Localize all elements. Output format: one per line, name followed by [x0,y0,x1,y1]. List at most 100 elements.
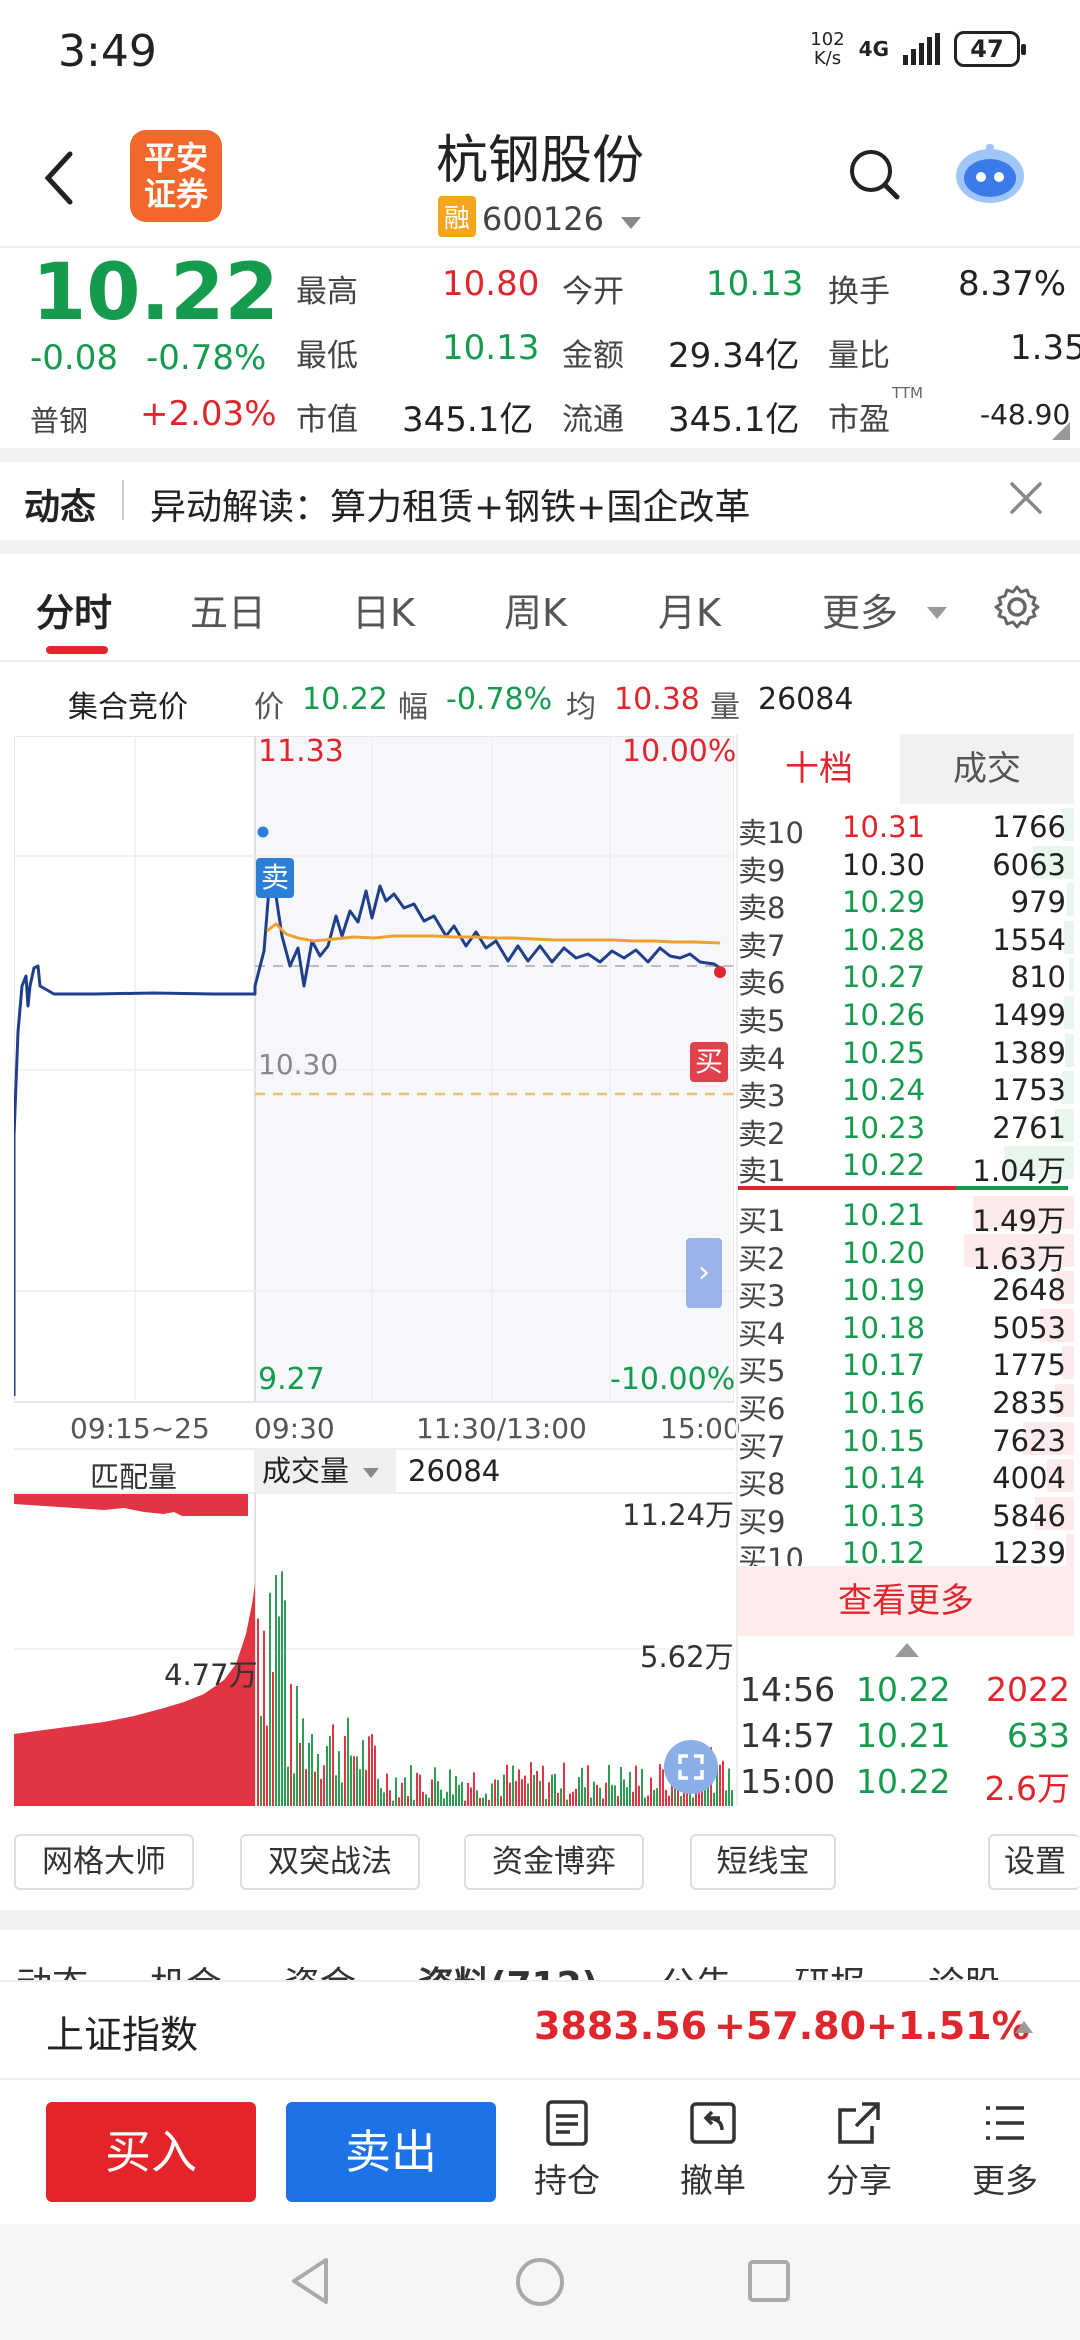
info-vol: 26084 [758,682,854,717]
info-tab[interactable]: 研报 [794,1956,866,1982]
volume-bar [365,1769,367,1806]
buy-button[interactable]: 买入 [46,2102,256,2202]
bid-level-row[interactable]: 买1 10.21 1.49万 [738,1194,1074,1238]
close-icon[interactable] [1006,478,1046,518]
volume-bar [377,1778,379,1806]
tab-trade-detail[interactable]: 成交 [900,734,1074,804]
volume-bar [554,1773,556,1806]
bid-level-row[interactable]: 买3 10.19 2648 [738,1269,1074,1313]
cancel-order-button[interactable]: 撤单 [658,2098,768,2202]
settings-button[interactable]: 设置 [988,1834,1080,1890]
nav-back-icon[interactable] [288,2256,332,2306]
info-tab[interactable]: 公告 [660,1956,732,1982]
volume-top-label: 11.24万 [622,1498,735,1532]
bid-level-row[interactable]: 买4 10.18 5053 [738,1307,1074,1351]
volume-bar [281,1571,283,1806]
ask-level-row[interactable]: 卖5 10.26 1499 [738,994,1074,1038]
volume-bar [326,1745,328,1806]
vol-ratio-label: 量比 [828,338,890,374]
volume-bar [731,1790,733,1806]
more-button[interactable]: 更多 [950,2098,1060,2202]
trade-price: 10.22 [856,1762,951,1801]
view-more-button[interactable]: 查看更多 [738,1566,1074,1636]
bid-level-row[interactable]: 买6 10.16 2835 [738,1382,1074,1426]
info-tab[interactable]: 资金 [284,1956,356,1982]
robot-assistant-icon[interactable] [950,140,1030,206]
short-term-button[interactable]: 短线宝 [690,1834,836,1890]
info-tab[interactable]: 动态 [16,1956,88,1982]
ask-level-row[interactable]: 卖9 10.30 6063 [738,844,1074,888]
caret-up-icon[interactable] [894,1642,920,1658]
corner-triangle-icon [1052,422,1070,440]
info-tab[interactable]: 诊股 [928,1956,1000,1982]
ask-level-row[interactable]: 卖1 10.22 1.04万 [738,1144,1074,1188]
index-name: 上证指数 [46,2013,199,2057]
time-label-auction: 09:15~25 [70,1412,210,1445]
tab-order-levels[interactable]: 十档 [738,734,900,804]
sector-name[interactable]: 普钢 [30,398,88,440]
stock-code-row[interactable]: 融 600126 [0,196,1080,238]
ask-level-row[interactable]: 卖4 10.25 1389 [738,1032,1074,1076]
vol-ratio-value: 1.35 [1010,328,1080,368]
bid-level-price: 10.21 [842,1198,926,1232]
tab-intraday[interactable]: 分时 [36,582,112,637]
buy-marker[interactable]: 买 [690,1042,728,1082]
volume-bar [650,1777,652,1806]
nav-home-icon[interactable] [514,2256,566,2308]
ask-level-row[interactable]: 卖3 10.24 1753 [738,1069,1074,1113]
pe-ttm-sup: TTM [892,384,924,402]
sell-marker[interactable]: 卖 [256,858,294,898]
ask-level-volume: 1499 [992,998,1066,1032]
capital-game-button[interactable]: 资金博弈 [464,1834,644,1890]
info-price-label: 价 [254,690,284,725]
search-icon[interactable] [846,146,902,202]
bid-level-row[interactable]: 买10 10.12 1239 [738,1532,1074,1576]
lower-limit-price: 9.27 [258,1362,325,1397]
volume-selector[interactable]: 成交量 [254,1450,396,1492]
bid-level-row[interactable]: 买7 10.15 7623 [738,1420,1074,1464]
volume-bar [587,1765,589,1806]
caret-down-icon [621,217,642,229]
tab-weekly-k[interactable]: 周K [504,582,567,637]
grid-master-button[interactable]: 网格大师 [14,1834,194,1890]
info-avg-label: 均 [566,690,596,725]
low-value: 10.13 [442,328,540,368]
caret-up-icon [1015,2021,1033,2033]
nav-recents-icon[interactable] [746,2258,792,2304]
tab-monthly-k[interactable]: 月K [658,582,721,637]
ask-level-row[interactable]: 卖7 10.28 1554 [738,919,1074,963]
volume-bar [332,1724,334,1806]
bid-level-row[interactable]: 买2 10.20 1.63万 [738,1232,1074,1276]
volume-bar [434,1767,436,1806]
sector-change: +2.03% [140,394,277,434]
position-button[interactable]: 持仓 [512,2098,622,2202]
share-button[interactable]: 分享 [804,2098,914,2202]
info-tab[interactable]: 机会 [150,1956,222,1982]
ask-level-row[interactable]: 卖8 10.29 979 [738,881,1074,925]
tab-more[interactable]: 更多 [822,582,948,637]
double-breakout-button[interactable]: 双突战法 [240,1834,420,1890]
sell-button[interactable]: 卖出 [286,2102,496,2202]
volume-bar [266,1725,268,1806]
tab-more-label: 更多 [822,591,899,635]
volume-bar [524,1775,526,1806]
info-vol-label: 量 [710,690,740,725]
volume-bar [656,1788,658,1806]
fullscreen-icon[interactable] [664,1740,718,1794]
ask-volume-bar [1064,1033,1074,1067]
info-tab[interactable]: 资料(712) [418,1956,598,1982]
intraday-price-chart[interactable] [14,736,734,1406]
ask-level-row[interactable]: 卖6 10.27 810 [738,956,1074,1000]
gear-icon[interactable] [994,584,1040,634]
volume-bar [431,1779,433,1806]
bid-level-row[interactable]: 买8 10.14 4004 [738,1457,1074,1501]
volume-bar [401,1782,403,1806]
ask-level-row[interactable]: 卖2 10.23 2761 [738,1107,1074,1151]
expand-chevron-right-icon[interactable]: › [686,1238,722,1308]
tab-daily-k[interactable]: 日K [352,582,415,637]
bid-level-row[interactable]: 买5 10.17 1775 [738,1344,1074,1388]
ask-level-row[interactable]: 卖10 10.31 1766 [738,806,1074,850]
tab-five-day[interactable]: 五日 [190,582,266,637]
bid-level-row[interactable]: 买9 10.13 5846 [738,1495,1074,1539]
news-headline[interactable]: 异动解读：算力租赁+钢铁+国企改革 [150,478,750,530]
